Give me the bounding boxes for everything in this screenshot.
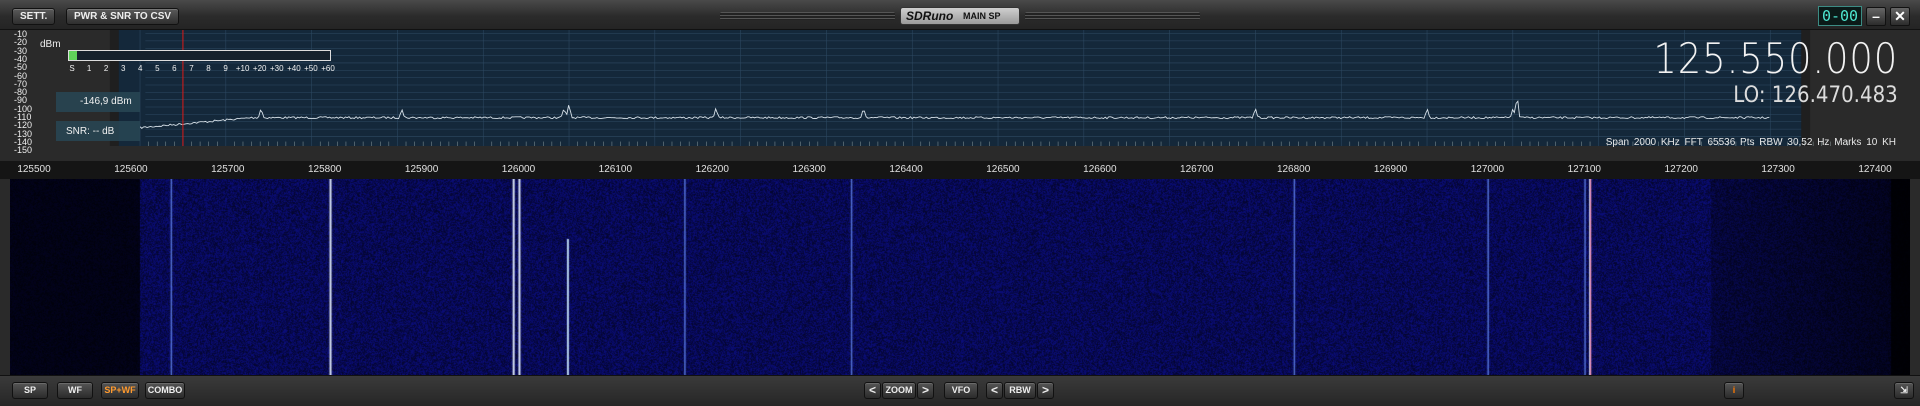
frequency-tick-label: 125700 — [211, 164, 245, 175]
rbw-increase-button[interactable]: > — [1037, 382, 1054, 399]
frequency-tick-label: 126400 — [889, 164, 923, 175]
main-frequency-display[interactable]: 125.550.000 — [1653, 36, 1898, 82]
drag-grip-left[interactable] — [720, 12, 895, 20]
s-meter — [68, 50, 331, 61]
frequency-axis — [0, 161, 1920, 179]
sp-view-button[interactable]: SP — [12, 382, 48, 399]
s-meter-tick-label: S — [69, 64, 75, 73]
s-meter-level — [69, 51, 77, 60]
s-meter-tick-label: 1 — [86, 64, 92, 73]
s-meter-tick-label: +30 — [270, 64, 284, 73]
frequency-tick-label: 127000 — [1470, 164, 1505, 175]
s-meter-tick-label: 9 — [223, 64, 228, 73]
s-meter-tick-label: +50 — [304, 64, 318, 73]
frequency-tick-label: 126500 — [986, 164, 1020, 175]
frequency-tick-label: 127400 — [1858, 164, 1892, 175]
window-title-badge: SDRuno MAIN SP — [900, 7, 1020, 25]
span-fft-rbw-info: Span 2000 KHz FFT 65536 Pts RBW 30,52 Hz… — [1605, 137, 1896, 148]
export-pwr-snr-csv-button[interactable]: PWR & SNR TO CSV — [66, 8, 180, 25]
frequency-tick-label: 126600 — [1083, 164, 1117, 175]
frequency-tick-label: 127200 — [1664, 164, 1698, 175]
waterfall-display[interactable] — [10, 179, 1910, 375]
frequency-tick-label: 125800 — [307, 164, 342, 175]
settings-button[interactable]: SETT. — [12, 8, 56, 25]
spectrum-plot-area — [118, 30, 1802, 146]
info-alert-button[interactable]: i — [1724, 382, 1744, 399]
s-meter-tick-label: +60 — [321, 64, 335, 73]
frequency-tick-label: 126000 — [501, 164, 536, 175]
s-meter-tick-label: 6 — [172, 64, 177, 73]
s-meter-tick-label: +20 — [252, 64, 267, 73]
frequency-tick-label: 126900 — [1373, 164, 1408, 175]
rbw-decrease-button[interactable]: < — [986, 382, 1003, 399]
frequency-tick-label: 126100 — [598, 164, 633, 175]
frequency-tick-label: 127300 — [1761, 164, 1795, 175]
rbw-label: RBW — [1004, 382, 1036, 399]
s-meter-tick-label: +10 — [235, 64, 250, 73]
minimize-button[interactable]: – — [1866, 7, 1886, 26]
vfo-button[interactable]: VFO — [944, 382, 978, 399]
zoom-label: ZOOM — [882, 382, 916, 399]
dbm-unit-label: dBm — [40, 39, 61, 50]
frequency-tick-label: 126700 — [1180, 164, 1214, 175]
sp-wf-view-button[interactable]: SP+WF — [101, 382, 139, 399]
wf-view-button[interactable]: WF — [57, 382, 93, 399]
s-meter-tick-label: 5 — [155, 64, 160, 73]
sdruno-logo: SDRuno — [906, 9, 954, 23]
s-meter-tick-label: 2 — [103, 64, 109, 73]
s-meter-tick-label: 4 — [138, 64, 143, 73]
window-title: MAIN SP — [963, 11, 1001, 21]
s-meter-tick-label: +40 — [287, 64, 301, 73]
frequency-tick-label: 127100 — [1567, 164, 1601, 175]
snr-readout: SNR: -- dB — [66, 126, 115, 137]
spectrum-display[interactable] — [0, 30, 1920, 146]
power-readout: -146,9 dBm — [80, 96, 132, 107]
lo-frequency-display: LO: 126.470.483 — [1733, 83, 1898, 108]
clock-display: 0-00 — [1818, 6, 1862, 26]
close-button[interactable]: ✕ — [1890, 7, 1910, 26]
s-meter-tick-label: 8 — [206, 64, 211, 73]
combo-view-button[interactable]: COMBO — [145, 382, 185, 399]
resize-handle-icon[interactable]: ⇲ — [1894, 382, 1914, 399]
frequency-tick-label: 125600 — [114, 164, 148, 175]
frequency-tick-label: 125900 — [404, 164, 439, 175]
dbm-tick-label: -150 — [14, 145, 33, 156]
frequency-tick-label: 126200 — [695, 164, 729, 175]
title-bar: SETT. PWR & SNR TO CSV SDRuno MAIN SP 0-… — [0, 0, 1920, 30]
bottom-toolbar: SP WF SP+WF COMBO < ZOOM > VFO < RBW > i… — [0, 375, 1920, 406]
s-meter-tick-label: 7 — [189, 64, 194, 73]
s-meter-tick-label: 3 — [120, 64, 126, 73]
zoom-in-button[interactable]: > — [917, 382, 934, 399]
frequency-tick-label: 125500 — [17, 164, 51, 175]
zoom-out-button[interactable]: < — [864, 382, 881, 399]
frequency-tick-label: 126800 — [1276, 164, 1311, 175]
drag-grip-right[interactable] — [1025, 12, 1200, 20]
frequency-tick-label: 126300 — [792, 164, 826, 175]
